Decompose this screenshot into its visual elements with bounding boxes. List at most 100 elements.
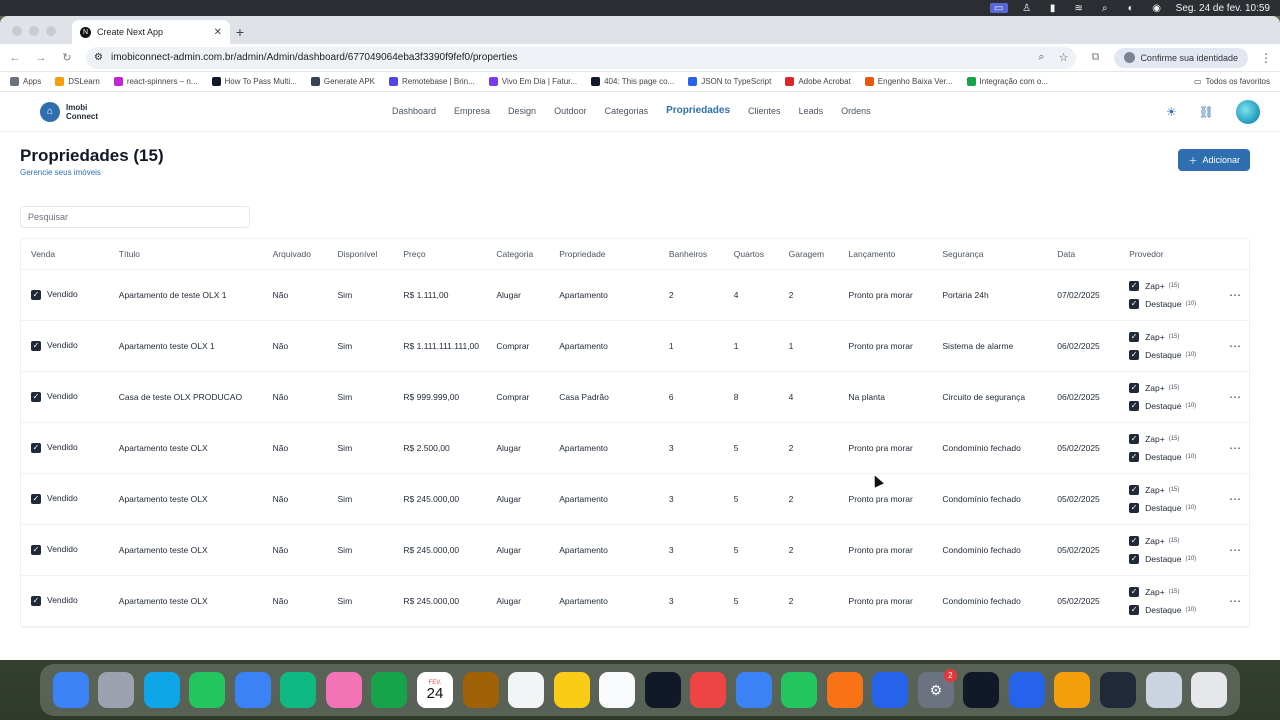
bookmark-item[interactable]: Vivo Em Dia | Fatur... — [488, 77, 577, 86]
menubar-clock[interactable]: Seg. 24 de fev. 10:59 — [1176, 3, 1270, 14]
add-property-button[interactable]: ＋ Adicionar — [1178, 149, 1250, 171]
zoom-magnifier-icon[interactable]: ⌕ — [1038, 51, 1044, 64]
activity-monitor-icon[interactable] — [1099, 672, 1136, 708]
bookmark-item[interactable]: DSLearn — [55, 77, 100, 86]
imobi-connect-logo[interactable]: ⌂ Imobi Connect — [40, 101, 98, 122]
row-actions-ellipsis-icon[interactable]: ⋯ — [1210, 269, 1249, 321]
table-row[interactable]: ✓ Vendido Apartamento de teste OLX 1 Não Sim… — [21, 269, 1249, 321]
row-actions-ellipsis-icon[interactable]: ⋯ — [1210, 575, 1249, 627]
bookmark-item[interactable]: Engenho Baixa Ver... — [864, 77, 953, 86]
column-header[interactable]: Propriedade — [549, 239, 659, 270]
destaque-checkbox[interactable]: ✓ — [1129, 349, 1140, 360]
column-header[interactable]: Quartos — [723, 239, 779, 270]
accessibility-icon[interactable]: ♙ — [1020, 3, 1034, 14]
numbers-icon[interactable] — [781, 672, 818, 708]
table-row[interactable]: ✓ Vendido Apartamento teste OLX Não Sim R$ 2.… — [21, 422, 1249, 474]
url-text[interactable]: imobiconnect-admin.com.br/admin/Admin/da… — [111, 52, 517, 63]
music-icon[interactable] — [690, 672, 727, 708]
column-header[interactable]: Lançamento — [838, 239, 933, 270]
browser-menu-icon[interactable]: ⋮ — [1260, 51, 1272, 65]
reload-icon[interactable]: ↻ — [60, 51, 74, 64]
identity-button[interactable]: Confirme sua identidade — [1114, 47, 1248, 68]
calendar-icon[interactable]: FEV. 24 — [417, 672, 454, 708]
bookmark-item[interactable]: Generate APK — [310, 77, 375, 86]
address-bar[interactable]: ⚙ imobiconnect-admin.com.br/admin/Admin/… — [86, 46, 1077, 69]
close-window-button[interactable] — [12, 26, 22, 36]
back-arrow-icon[interactable]: ← — [8, 52, 22, 64]
keynote-icon[interactable] — [735, 672, 772, 708]
nav-item-leads[interactable]: Leads — [799, 106, 824, 116]
control-center-icon[interactable]: ◐ — [1124, 3, 1138, 14]
nav-item-clientes[interactable]: Clientes — [748, 106, 781, 116]
destaque-checkbox[interactable]: ✓ — [1129, 553, 1140, 564]
sold-checkbox[interactable]: ✓ — [31, 493, 41, 504]
battery-icon[interactable]: ▮ — [1046, 3, 1060, 14]
link-icon[interactable]: ⛓ — [1199, 105, 1214, 119]
sold-checkbox[interactable]: ✓ — [31, 442, 41, 453]
nav-item-dashboard[interactable]: Dashboard — [392, 106, 436, 116]
column-header[interactable]: Categoria — [486, 239, 550, 270]
table-row[interactable]: ✓ Vendido Apartamento teste OLX Não Sim R$ 24… — [21, 473, 1249, 525]
bookmark-item[interactable]: 404: This page co... — [591, 77, 674, 86]
column-header[interactable]: Disponível — [327, 239, 394, 270]
pages-icon[interactable] — [826, 672, 863, 708]
zap-checkbox[interactable]: ✓ — [1129, 433, 1140, 444]
column-header[interactable]: Provedor — [1119, 239, 1211, 270]
sun-theme-icon[interactable]: ☀ — [1166, 105, 1177, 119]
nav-item-ordens[interactable]: Ordens — [841, 106, 871, 116]
table-row[interactable]: ✓ Vendido Apartamento teste OLX Não Sim R$ 24… — [21, 524, 1249, 576]
column-header[interactable]: Garagem — [778, 239, 839, 270]
table-row[interactable]: ✓ Vendido Casa de teste OLX PRODUCAO Não Sim… — [21, 371, 1249, 423]
row-actions-ellipsis-icon[interactable]: ⋯ — [1210, 422, 1249, 474]
contacts-icon[interactable] — [462, 672, 499, 708]
sold-checkbox[interactable]: ✓ — [31, 391, 41, 402]
app-store-icon[interactable] — [872, 672, 909, 708]
column-header[interactable]: Arquivado — [262, 239, 328, 270]
zoom-window-button[interactable] — [46, 26, 56, 36]
sold-checkbox[interactable]: ✓ — [31, 289, 41, 300]
destaque-checkbox[interactable]: ✓ — [1129, 604, 1140, 615]
bookmark-item[interactable]: How To Pass Multi... — [211, 77, 297, 86]
destaque-checkbox[interactable]: ✓ — [1129, 451, 1140, 462]
nav-item-outdoor[interactable]: Outdoor — [554, 106, 587, 116]
column-header[interactable]: Título — [108, 239, 263, 270]
nav-item-propriedades[interactable]: Propriedades — [666, 105, 730, 116]
terminal-icon[interactable] — [963, 672, 1000, 708]
column-header[interactable]: Venda — [21, 239, 109, 270]
new-tab-button[interactable]: + — [230, 20, 250, 44]
row-actions-ellipsis-icon[interactable]: ⋯ — [1210, 371, 1249, 423]
tv-icon[interactable] — [644, 672, 681, 708]
notes-icon[interactable] — [553, 672, 590, 708]
finder-icon[interactable] — [52, 672, 89, 708]
wifi-icon[interactable]: ≋ — [1072, 3, 1086, 14]
zap-checkbox[interactable]: ✓ — [1129, 331, 1140, 342]
preview-icon[interactable] — [1145, 672, 1182, 708]
sold-checkbox[interactable]: ✓ — [31, 595, 41, 606]
forward-arrow-icon[interactable]: → — [34, 52, 48, 64]
facetime-icon[interactable] — [371, 672, 408, 708]
row-actions-ellipsis-icon[interactable]: ⋯ — [1210, 524, 1249, 576]
destaque-checkbox[interactable]: ✓ — [1129, 298, 1140, 309]
photos-icon[interactable] — [325, 672, 362, 708]
zap-checkbox[interactable]: ✓ — [1129, 280, 1140, 291]
site-info-icon[interactable]: ⚙ — [94, 52, 103, 63]
nav-item-empresa[interactable]: Empresa — [454, 106, 490, 116]
bookmark-item[interactable]: Adobe Acrobat — [785, 77, 851, 86]
launchpad-icon[interactable] — [98, 672, 135, 708]
nav-item-categorias[interactable]: Categorias — [605, 106, 649, 116]
column-header[interactable]: Banheiros — [658, 239, 724, 270]
row-actions-ellipsis-icon[interactable]: ⋯ — [1210, 320, 1249, 372]
mail-icon[interactable] — [234, 672, 271, 708]
vscode-icon[interactable] — [1008, 672, 1045, 708]
zap-checkbox[interactable]: ✓ — [1129, 382, 1140, 393]
freeform-icon[interactable] — [599, 672, 636, 708]
table-row[interactable]: ✓ Vendido Apartamento teste OLX 1 Não Sim R$ … — [21, 320, 1249, 372]
bookmark-item[interactable]: Remotebase | Brin... — [389, 77, 475, 86]
user-avatar[interactable] — [1236, 99, 1260, 124]
zap-checkbox[interactable]: ✓ — [1129, 484, 1140, 495]
bookmark-item[interactable]: Integração com o... — [966, 77, 1048, 86]
zap-checkbox[interactable]: ✓ — [1129, 586, 1140, 597]
browser-tab-active[interactable]: N Create Next App ✕ — [72, 20, 230, 44]
table-row[interactable]: ✓ Vendido Apartamento teste OLX Não Sim R$ 24… — [21, 575, 1249, 627]
spotlight-search-icon[interactable]: ⌕ — [1098, 3, 1112, 14]
